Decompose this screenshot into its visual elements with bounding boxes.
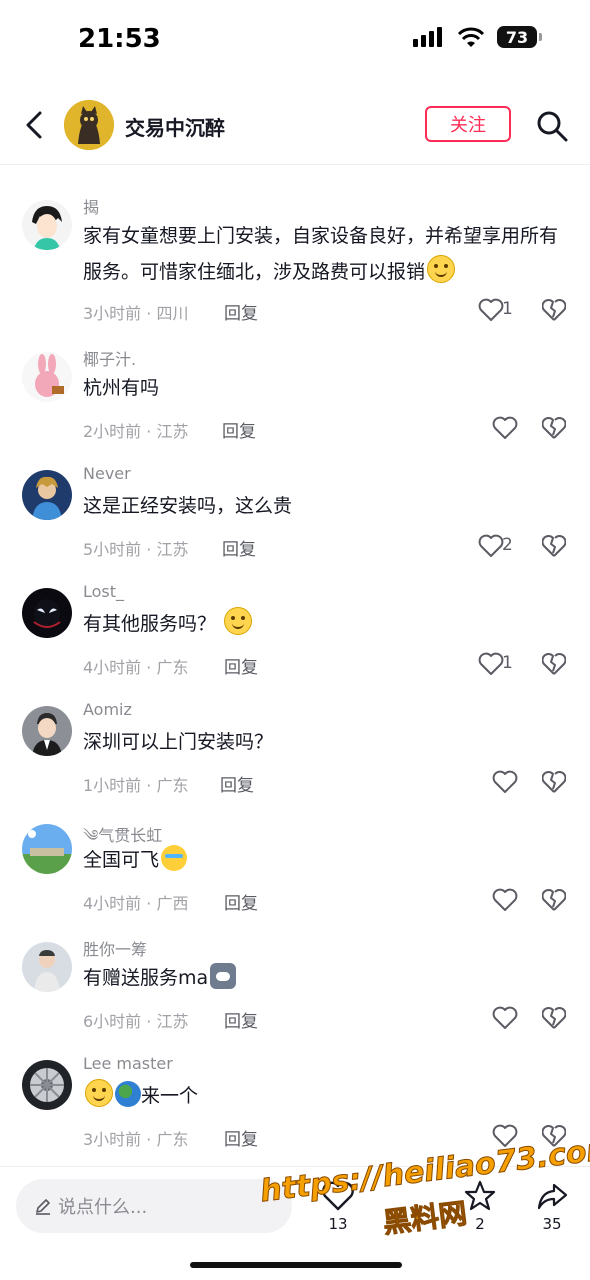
wheel-avatar-icon [22,1060,72,1110]
comment-text-content: 有其他服务吗？ [83,613,217,635]
comment-text: 有其他服务吗？ [83,606,563,642]
reply-button[interactable]: 回复 [224,653,258,678]
broken-heart-icon[interactable] [542,416,566,440]
comment-username[interactable]: 揭 [83,194,99,218]
battery-tip [539,33,542,41]
landscape-avatar-icon [22,824,72,874]
comment-username[interactable]: 椰子汁. [83,346,136,370]
heart-icon[interactable] [478,652,504,676]
author-name[interactable]: 交易中沉醉 [125,112,225,141]
reply-button[interactable]: 回复 [224,299,258,324]
comment-username[interactable]: 胜你一筹 [83,936,147,960]
like-count: 2 [502,535,513,555]
comment-text: 杭州有吗 [83,377,160,399]
avatar[interactable] [22,706,72,756]
avatar[interactable] [22,352,72,402]
battery-indicator: 73 [497,26,537,48]
comment-text-content: 有赠送服务ma [83,967,209,989]
reply-button[interactable]: 回复 [224,1125,258,1150]
status-bar: 21:53 73 [0,0,590,80]
cat-avatar-icon [64,100,114,150]
globe-emoji-icon [115,1081,141,1107]
game-character-avatar-icon [22,470,72,520]
comment-meta: 3小时前 · 四川 [83,304,189,323]
comment-username[interactable]: Never [83,464,131,483]
comment-text-content: 全国可飞 [83,849,160,871]
comment-text-content: 来一个 [141,1085,199,1107]
wifi-icon [457,27,485,47]
smile-emoji-icon [427,255,456,283]
reply-button[interactable]: 回复 [224,889,258,914]
smile-emoji-icon [85,1079,113,1107]
broken-heart-icon[interactable] [542,888,566,912]
suit-man-avatar-icon [22,706,72,756]
avatar[interactable] [22,1060,72,1110]
comment-meta: 1小时前 · 广东 [83,776,189,795]
reply-button[interactable]: 回复 [222,417,256,442]
broken-heart-icon[interactable] [542,770,566,794]
chevron-left-icon[interactable] [20,108,50,142]
avatar[interactable] [22,470,72,520]
like-count: 1 [502,653,513,673]
comment-meta: 6小时前 · 江苏 [83,1012,189,1031]
input-placeholder: 说点什么... [58,1197,148,1218]
crying-emoji-icon [161,845,188,871]
comment-meta: 3小时前 · 广东 [83,1130,189,1149]
comment-text: 全国可飞 [83,842,563,878]
heart-icon[interactable] [492,770,518,794]
broken-heart-icon[interactable] [542,298,566,322]
reply-button[interactable]: 回复 [220,771,254,796]
comment-text: 这是正经安装吗，这么贵 [83,495,293,517]
avatar[interactable] [22,200,72,250]
heart-icon[interactable] [492,888,518,912]
header: 交易中沉醉 关注 [0,88,590,165]
bunny-avatar-icon [22,352,72,402]
comment-username[interactable]: Aomiz [83,700,132,719]
like-count: 1 [502,299,513,319]
comment-input[interactable]: 说点什么... [16,1179,292,1233]
status-icons: 73 [413,26,542,48]
broken-heart-icon[interactable] [542,652,566,676]
comment-text: 来一个 [83,1078,563,1114]
follow-button[interactable]: 关注 [425,106,511,142]
avatar[interactable] [22,588,72,638]
heart-icon[interactable] [478,534,504,558]
comment-page: 21:53 73 交易中沉醉 关注 揭 家有女童想要上门安装，自家设备良好，并希… [0,0,590,1280]
author-avatar[interactable] [64,100,114,150]
reply-button[interactable]: 回复 [224,1007,258,1032]
broken-heart-icon[interactable] [542,534,566,558]
comment-text: 家有女童想要上门安装，自家设备良好，并希望享用所有服务。可惜家住缅北，涉及路费可… [83,218,563,290]
smile-emoji-icon [224,607,253,635]
comment-text: 深圳可以上门安装吗？ [83,731,274,753]
heart-icon[interactable] [492,416,518,440]
person-avatar-icon [22,942,72,992]
watermark-brand: 黑料网 [381,1196,469,1240]
comment-meta: 2小时前 · 江苏 [83,422,189,441]
anime-boy-avatar-icon [22,200,72,250]
avatar[interactable] [22,942,72,992]
battery-level: 73 [505,27,529,47]
broken-heart-icon[interactable] [542,1006,566,1030]
avatar[interactable] [22,824,72,874]
comment-meta: 4小时前 · 广西 [83,894,189,913]
search-icon[interactable] [536,110,568,142]
status-time: 21:53 [78,24,161,54]
comment-text-content: 家有女童想要上门安装，自家设备良好，并希望享用所有服务。可惜家住缅北，涉及路费可… [83,225,559,283]
pen-icon [36,1199,50,1215]
home-indicator[interactable] [190,1262,402,1268]
reply-button[interactable]: 回复 [222,535,256,560]
comment-username[interactable]: Lost_ [83,582,124,601]
heart-icon[interactable] [478,298,504,322]
comment-meta: 4小时前 · 广东 [83,658,189,677]
spiderman-avatar-icon [22,588,72,638]
signal-bars-icon [413,27,442,47]
cat-emoji-icon [210,963,237,989]
comment-text: 有赠送服务ma [83,960,563,996]
comment-username[interactable]: Lee master [83,1054,173,1073]
heart-icon[interactable] [492,1006,518,1030]
comment-meta: 5小时前 · 江苏 [83,540,189,559]
